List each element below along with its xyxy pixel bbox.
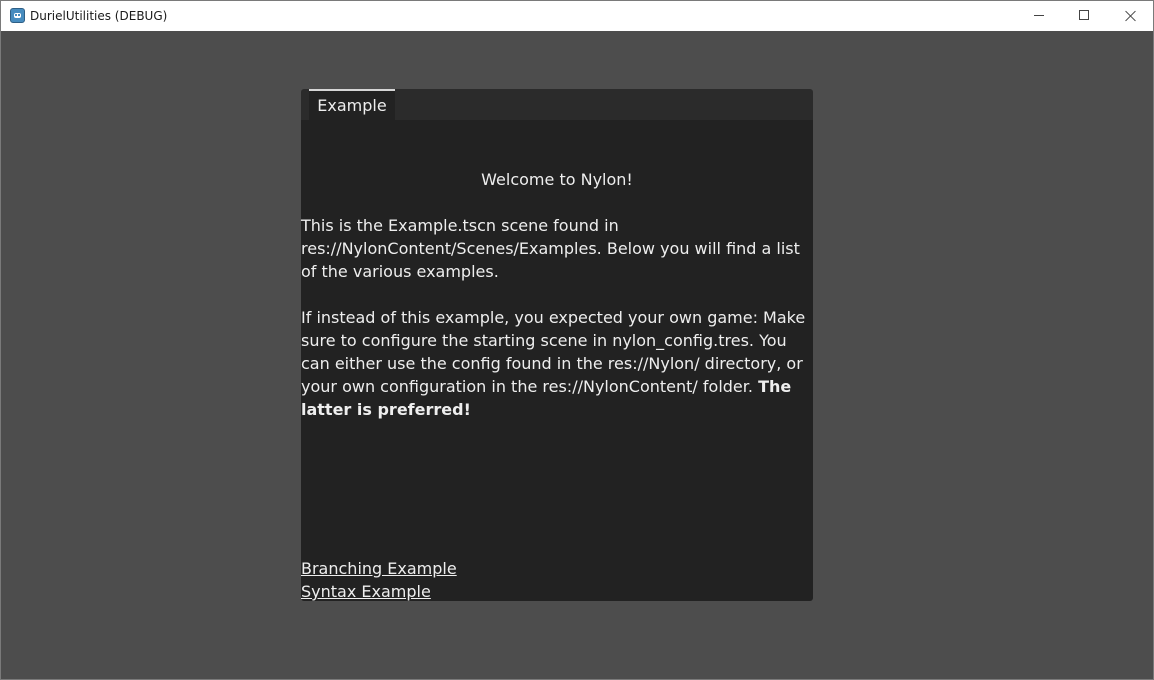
- maximize-icon: [1079, 10, 1089, 20]
- instructions-text: If instead of this example, you expected…: [301, 306, 809, 421]
- instructions-body: If instead of this example, you expected…: [301, 308, 806, 396]
- tab-container: Example Welcome to Nylon! This is the Ex…: [301, 89, 813, 601]
- window-title: DurielUtilities (DEBUG): [30, 9, 168, 23]
- syntax-example-link[interactable]: Syntax Example: [301, 580, 457, 603]
- intro-text: This is the Example.tscn scene found in …: [301, 216, 800, 281]
- title-bar[interactable]: DurielUtilities (DEBUG): [1, 1, 1153, 31]
- branching-example-link[interactable]: Branching Example: [301, 557, 457, 580]
- minimize-button[interactable]: [1016, 1, 1062, 31]
- close-button[interactable]: [1108, 1, 1154, 31]
- minimize-icon: [1034, 15, 1044, 16]
- example-panel: Welcome to Nylon! This is the Example.ts…: [301, 120, 813, 601]
- maximize-button[interactable]: [1062, 1, 1108, 31]
- tab-example[interactable]: Example: [309, 89, 395, 120]
- godot-icon: [10, 8, 25, 23]
- welcome-heading: Welcome to Nylon!: [481, 170, 633, 189]
- app-window: DurielUtilities (DEBUG) Example Welcome …: [0, 0, 1154, 680]
- tab-bar: Example: [301, 89, 813, 120]
- example-links: Branching Example Syntax Example: [301, 557, 457, 603]
